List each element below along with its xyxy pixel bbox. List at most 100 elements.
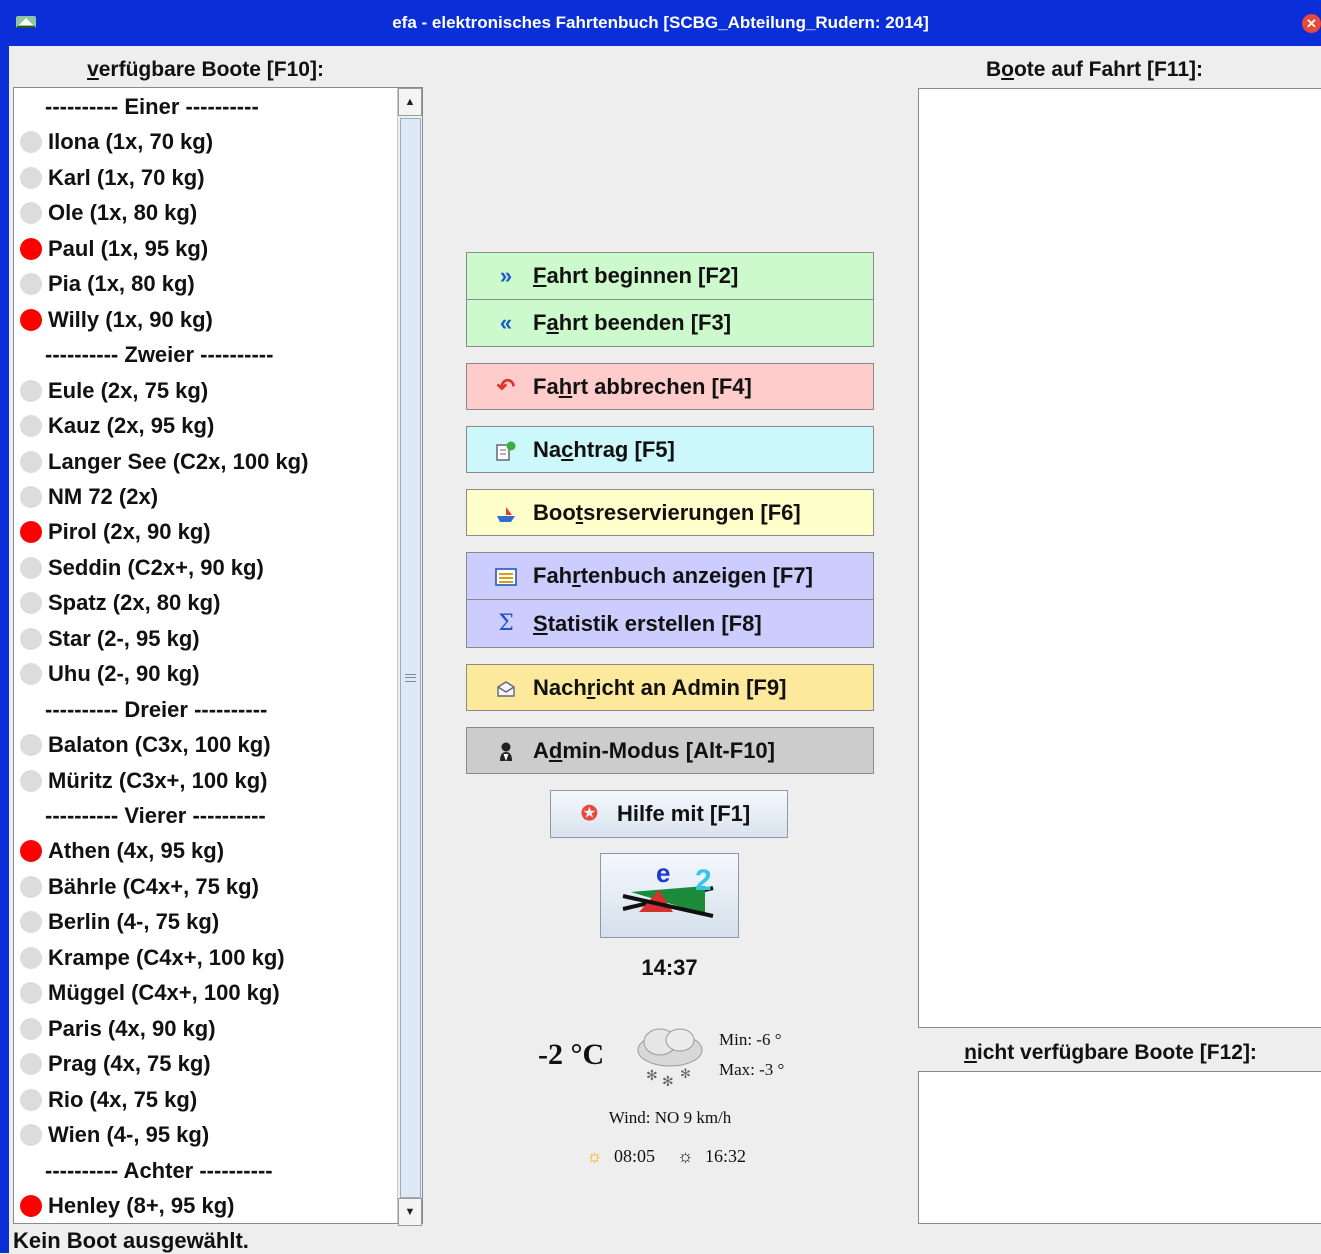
boat-label: Balaton (C3x, 100 kg) [48, 732, 271, 758]
snow-cloud-icon: ✻ ✻ ✻ [637, 1028, 703, 1089]
boat-list-item[interactable]: Pirol (2x, 90 kg) [14, 514, 398, 549]
clock-display: 14:37 [641, 955, 698, 980]
boat-label: Rio (4x, 75 kg) [48, 1086, 198, 1112]
boat-label: Pia (1x, 80 kg) [48, 271, 195, 297]
boat-label: Pirol (2x, 90 kg) [48, 519, 211, 545]
boat-label: Prag (4x, 75 kg) [48, 1051, 211, 1077]
boat-label: Athen (4x, 95 kg) [48, 838, 225, 864]
boat-list-item[interactable]: Pia (1x, 80 kg) [14, 266, 398, 301]
boat-list-item[interactable]: Uhu (2-, 90 kg) [14, 656, 398, 691]
boat-status-dot-icon [20, 769, 42, 792]
svg-text:e: e [656, 858, 670, 888]
boat-label: Ole (1x, 80 kg) [48, 200, 198, 226]
boat-label: Uhu (2-, 90 kg) [48, 661, 200, 687]
end-trip-button[interactable]: « Fahrt beenden [F3] [466, 299, 874, 347]
boat-status-dot-icon [20, 202, 42, 225]
admin-mode-button[interactable]: Admin-Modus [Alt-F10] [466, 727, 874, 774]
boat-busy-dot-icon [20, 308, 42, 331]
available-boats-list[interactable]: ---------- Einer ---------- Ilona (1x, 70… [13, 87, 423, 1224]
boat-busy-dot-icon [20, 237, 42, 260]
boat-list-item[interactable]: Müritz (C3x+, 100 kg) [14, 763, 398, 798]
boat-reservations-button[interactable]: Bootsreservierungen [F6] [466, 489, 874, 536]
efa-logo-button[interactable]: e 2 [600, 853, 739, 938]
boat-list-item[interactable]: Karl (1x, 70 kg) [14, 160, 398, 195]
late-entry-button[interactable]: Nachtrag [F5] [466, 426, 874, 473]
boat-label: Paul (1x, 95 kg) [48, 235, 209, 261]
boat-category-header: ---------- Dreier ---------- [14, 692, 398, 727]
boat-list-item[interactable]: Ilona (1x, 70 kg) [14, 124, 398, 159]
boat-status-dot-icon [20, 273, 42, 296]
boat-label: ---------- Dreier ---------- [45, 696, 268, 722]
lifebuoy-icon: ✪ [581, 803, 598, 825]
scroll-thumb[interactable] [400, 118, 421, 1198]
boat-label: ---------- Einer ---------- [45, 94, 259, 119]
double-chevron-left-icon: « [499, 310, 513, 335]
boats-on-trip-heading: Boote auf Fahrt [F11]: [985, 58, 1203, 81]
close-icon[interactable]: ✕ [1302, 14, 1321, 33]
undo-arrow-icon: ↶ [496, 374, 516, 399]
cancel-trip-button[interactable]: ↶ Fahrt abbrechen [F4] [466, 363, 874, 410]
boat-list-item[interactable]: Rio (4x, 75 kg) [14, 1082, 398, 1117]
boat-list-item[interactable]: Willy (1x, 90 kg) [14, 302, 398, 337]
boat-list-item[interactable]: Seddin (C2x+, 90 kg) [14, 550, 398, 585]
boat-list-item[interactable]: Langer See (C2x, 100 kg) [14, 444, 398, 479]
boat-busy-dot-icon [20, 840, 42, 863]
notepad-icon [493, 427, 519, 472]
status-bar: Kein Boot ausgewählt. [13, 1228, 249, 1253]
show-logbook-button[interactable]: Fahrtenbuch anzeigen [F7] [466, 552, 874, 600]
boat-list-item[interactable]: Paris (4x, 90 kg) [14, 1011, 398, 1046]
boat-status-dot-icon [20, 1017, 42, 1040]
unavailable-boats-heading: nicht verfügbare Boote [F12]: [964, 1041, 1257, 1064]
efa-logo-icon: e 2 [622, 858, 714, 918]
sunset-time: 16:32 [705, 1146, 747, 1166]
boat-list-item[interactable]: Berlin (4-, 75 kg) [14, 904, 398, 939]
boat-list-item[interactable]: Bährle (C4x+, 75 kg) [14, 869, 398, 904]
boat-list-item[interactable]: NM 72 (2x) [14, 479, 398, 514]
boat-list-item[interactable]: Ole (1x, 80 kg) [14, 195, 398, 230]
boat-list-item[interactable]: Star (2-, 95 kg) [14, 621, 398, 656]
boat-list-item[interactable]: Prag (4x, 75 kg) [14, 1046, 398, 1081]
scroll-down-button[interactable]: ▼ [398, 1198, 422, 1226]
boats-on-trip-list[interactable] [918, 88, 1321, 1028]
boat-label: Kauz (2x, 95 kg) [48, 413, 215, 439]
boat-status-dot-icon [20, 1124, 42, 1147]
boat-label: Eule (2x, 75 kg) [48, 377, 209, 403]
list-icon [493, 553, 519, 599]
boat-list-item[interactable]: Henley (8+, 95 kg) [14, 1188, 398, 1223]
boat-list-item[interactable]: Spatz (2x, 80 kg) [14, 585, 398, 620]
sigma-icon: Σ [498, 611, 514, 636]
boat-status-dot-icon [20, 875, 42, 898]
message-admin-button[interactable]: Nachricht an Admin [F9] [466, 664, 874, 711]
help-button[interactable]: ✪ Hilfe mit [F1] [550, 790, 788, 838]
window-title: efa - elektronisches Fahrtenbuch [SCBG_A… [392, 13, 929, 32]
boat-list-item[interactable]: Athen (4x, 95 kg) [14, 833, 398, 868]
boat-list-item[interactable]: Kauz (2x, 95 kg) [14, 408, 398, 443]
boat-busy-dot-icon [20, 1194, 42, 1217]
wind-info: Wind: NO 9 km/h [608, 1108, 732, 1127]
boat-list-item[interactable]: Paul (1x, 95 kg) [14, 231, 398, 266]
boat-status-dot-icon [20, 131, 42, 154]
boat-list-item[interactable]: Müggel (C4x+, 100 kg) [14, 975, 398, 1010]
boat-status-dot-icon [20, 379, 42, 402]
boat-label: Langer See (C2x, 100 kg) [48, 448, 309, 474]
boat-status-dot-icon [20, 627, 42, 650]
boat-label: Berlin (4-, 75 kg) [48, 909, 220, 935]
title-bar: efa - elektronisches Fahrtenbuch [SCBG_A… [0, 0, 1321, 46]
boat-list-item[interactable]: Eule (2x, 75 kg) [14, 373, 398, 408]
unavailable-boats-list[interactable] [918, 1071, 1321, 1224]
boat-label: Seddin (C2x+, 90 kg) [48, 554, 264, 580]
boat-status-dot-icon [20, 663, 42, 686]
scroll-up-button[interactable]: ▲ [398, 88, 422, 116]
svg-text:2: 2 [695, 864, 712, 897]
boat-list-item[interactable]: Krampe (C4x+, 100 kg) [14, 940, 398, 975]
boat-status-dot-icon [20, 1088, 42, 1111]
boat-status-dot-icon [20, 485, 42, 508]
create-statistics-button[interactable]: Σ Statistik erstellen [F8] [466, 599, 874, 648]
boat-list-item[interactable]: Balaton (C3x, 100 kg) [14, 727, 398, 762]
window-frame [0, 46, 9, 1253]
start-trip-button[interactable]: » Fahrt beginnen [F2] [466, 252, 874, 300]
boat-label: Wien (4-, 95 kg) [48, 1122, 210, 1148]
boat-label: Ilona (1x, 70 kg) [48, 129, 214, 155]
boat-status-dot-icon [20, 592, 42, 615]
boat-list-item[interactable]: Wien (4-, 95 kg) [14, 1117, 398, 1152]
